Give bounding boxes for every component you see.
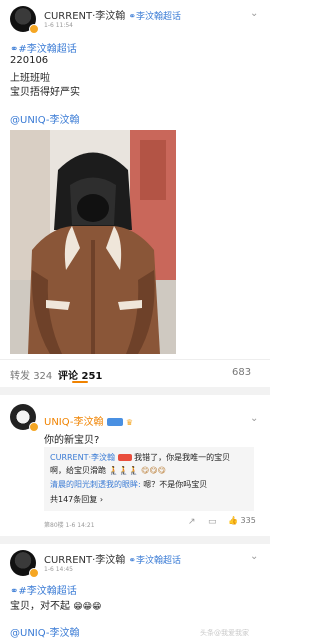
reply-author-link[interactable]: 清晨的阳光刺透我的眼眸: <box>50 480 141 489</box>
tab-likes[interactable]: 683 <box>232 367 251 378</box>
reply-text: 我错了，你是我唯一的宝贝 <box>134 453 231 462</box>
crown-icon: ♛ <box>125 418 134 427</box>
chevron-right-icon: › <box>97 495 104 504</box>
divider <box>0 359 270 360</box>
kneel-emoji-icons: 🧎🧎🧎 😋😋😋 <box>108 466 166 475</box>
member-badge-icon <box>117 454 132 461</box>
reply-text-continued: 啊，给宝贝滑跪 <box>50 466 106 475</box>
section-separator <box>0 536 270 544</box>
thumb-up-icon: 👍 <box>228 516 238 525</box>
comment-icon[interactable]: ▭ <box>208 517 217 527</box>
person-photo-illustration <box>10 130 176 354</box>
post-line-2: 上班班啦 <box>10 73 50 84</box>
verified-badge-icon <box>29 568 39 578</box>
comment-timestamp: 1-6 14:45 <box>44 566 73 573</box>
comment-mention-link[interactable]: @UNIQ-李汶翰 <box>10 624 80 639</box>
watermark: 头条@我爱我家 <box>200 629 249 637</box>
reply-text: 嗯？不是你吗宝贝 <box>143 480 208 489</box>
post-author-name[interactable]: CURRENT·李汶翰 ⚭李汶翰超话 <box>44 7 181 22</box>
post-mention-link[interactable]: @UNIQ-李汶翰 <box>10 111 80 126</box>
post-timestamp: 1-6 11:54 <box>44 22 73 29</box>
active-tab-indicator <box>72 381 88 383</box>
reply-author-link[interactable]: CURRENT·李汶翰 <box>50 453 115 462</box>
reply-2-line: 清晨的阳光刺透我的眼眸: 嗯？不是你吗宝贝 <box>50 479 207 490</box>
reply-1-line-1: CURRENT·李汶翰 我错了，你是我唯一的宝贝 <box>50 452 230 463</box>
verified-badge-icon <box>29 24 39 34</box>
tab-comments[interactable]: 评论 251 <box>58 367 102 382</box>
comment-author-name[interactable]: CURRENT·李汶翰 ⚭李汶翰超话 <box>44 551 181 566</box>
comment-topic-link[interactable]: ⚭#李汶翰超话 <box>10 582 77 597</box>
comment-meta: 第80楼 1-6 14:21 <box>44 522 95 529</box>
supertalk-icon: ⚭ <box>128 12 137 22</box>
comment-author-name[interactable]: UNIQ-李汶翰 ♛ <box>44 413 133 428</box>
section-separator <box>0 387 270 395</box>
post-line-1: 220106 <box>10 55 49 66</box>
post-line-3: 宝贝捂得好严实 <box>10 87 80 98</box>
post-photo[interactable] <box>10 130 176 354</box>
supertalk-icon: ⚭ <box>128 556 137 566</box>
more-options-icon[interactable]: ⌄ <box>250 8 258 19</box>
like-button[interactable]: 👍 335 <box>228 516 256 525</box>
verified-badge-icon <box>29 422 39 432</box>
more-replies-link[interactable]: 共147条回复 › <box>50 494 103 505</box>
supertalk-tag[interactable]: ⚭李汶翰超话 <box>128 12 181 22</box>
post-topic-link[interactable]: ⚭#李汶翰超话 <box>10 40 77 55</box>
comment-text: 你的新宝贝? <box>44 435 100 446</box>
more-options-icon[interactable]: ⌄ <box>250 551 258 562</box>
more-options-icon[interactable]: ⌄ <box>250 413 258 424</box>
comment-text: 宝贝，对不起 😁😁😁 <box>10 601 102 612</box>
member-badge-icon <box>106 418 123 426</box>
supertalk-tag[interactable]: ⚭李汶翰超话 <box>128 556 181 566</box>
reply-1-line-2: 啊，给宝贝滑跪 🧎🧎🧎 😋😋😋 <box>50 465 166 476</box>
grin-emoji-icons: 😁😁😁 <box>73 602 102 612</box>
tab-reposts[interactable]: 转发 324 <box>10 367 52 382</box>
share-icon[interactable]: ↗ <box>188 517 196 527</box>
